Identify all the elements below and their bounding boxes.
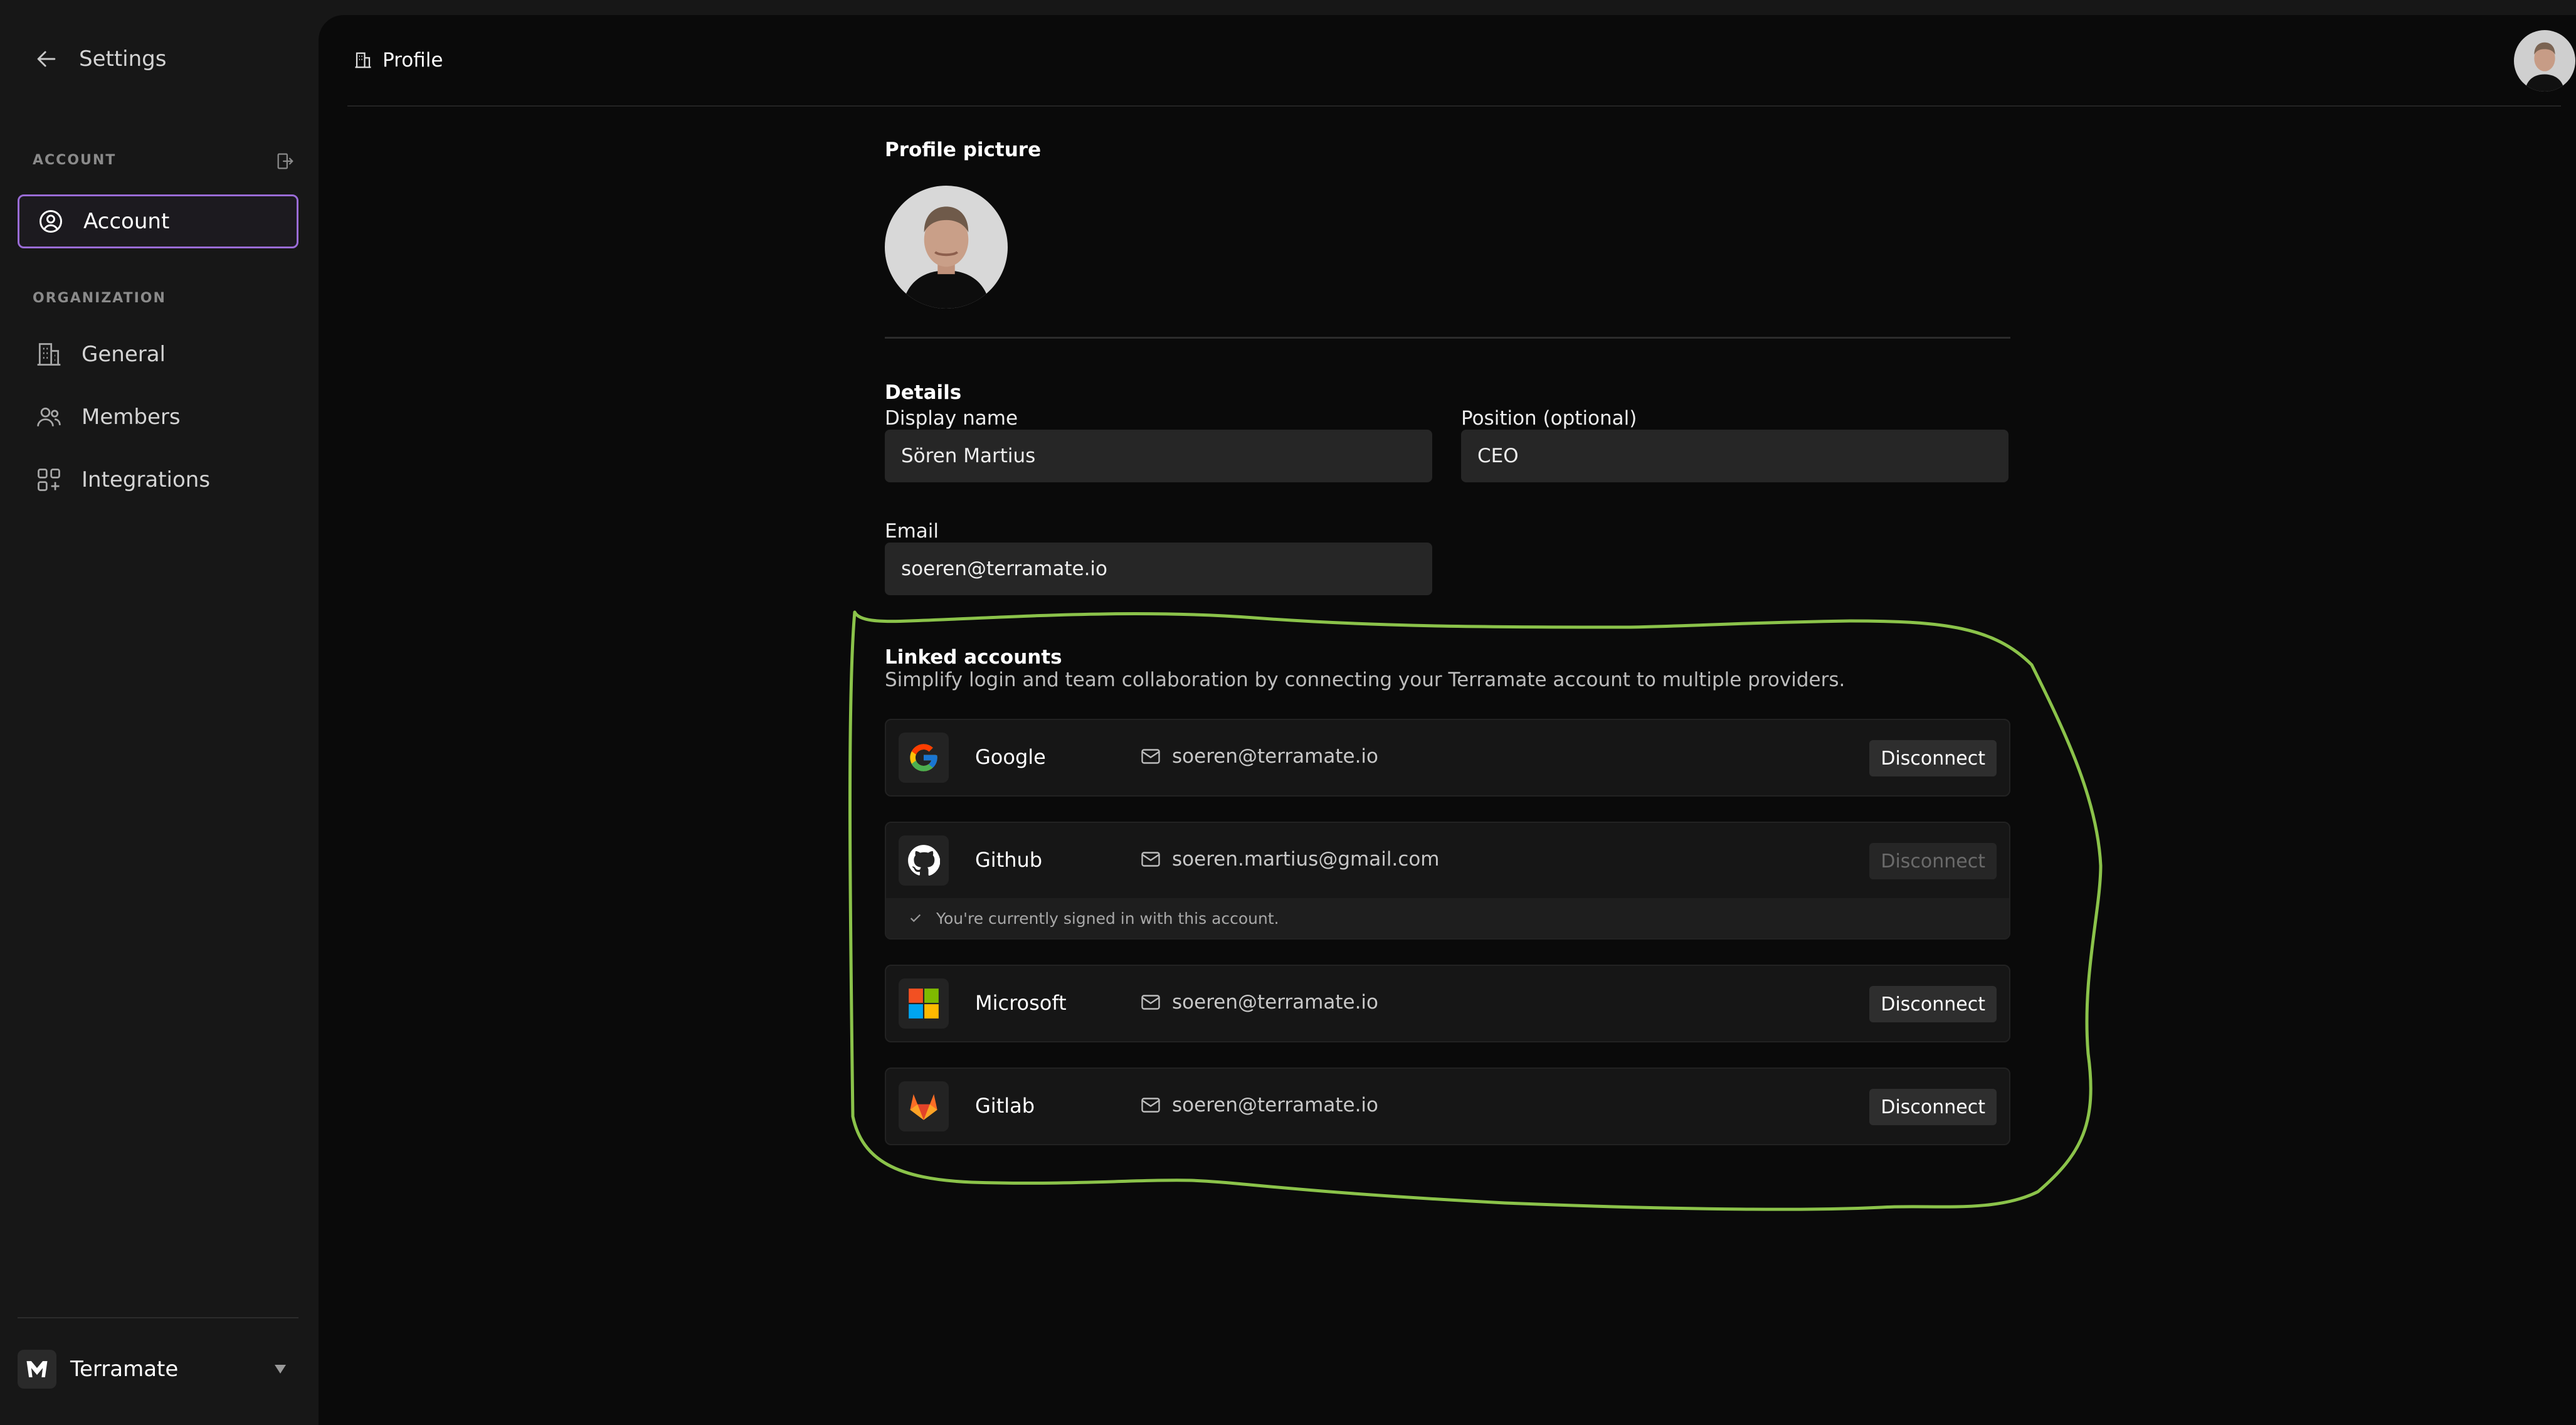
disconnect-microsoft-button[interactable]: Disconnect bbox=[1869, 986, 1997, 1022]
google-icon bbox=[899, 733, 949, 783]
display-name-label: Display name bbox=[885, 407, 1018, 430]
details-title: Details bbox=[885, 381, 962, 404]
position-label: Position (optional) bbox=[1461, 407, 1637, 430]
display-name-input[interactable] bbox=[885, 430, 1432, 482]
linked-email: soeren.martius@gmail.com bbox=[1139, 848, 1440, 871]
sidebar-divider bbox=[18, 1317, 298, 1318]
disconnect-github-button: Disconnect bbox=[1869, 843, 1997, 879]
organization-section-label: ORGANIZATION bbox=[33, 290, 166, 306]
account-section-label: ACCOUNT bbox=[33, 152, 117, 168]
profile-picture[interactable] bbox=[885, 186, 1008, 309]
linked-account-gitlab: Gitlab soeren@terramate.io Disconnect bbox=[885, 1067, 2010, 1145]
linked-email: soeren@terramate.io bbox=[1139, 745, 1378, 768]
disconnect-google-button[interactable]: Disconnect bbox=[1869, 740, 1997, 776]
gitlab-icon bbox=[899, 1081, 949, 1131]
linked-email: soeren@terramate.io bbox=[1139, 1094, 1378, 1116]
settings-sidebar: Settings ACCOUNT Account ORGANIZATION Ge… bbox=[0, 0, 319, 1425]
building-icon bbox=[355, 52, 371, 68]
position-input[interactable] bbox=[1461, 430, 2009, 482]
sidebar-item-members[interactable]: Members bbox=[18, 390, 298, 444]
sidebar-item-label: Members bbox=[82, 405, 181, 430]
linked-account-microsoft: Microsoft soeren@terramate.io Disconnect bbox=[885, 965, 2010, 1042]
mail-icon bbox=[1141, 1098, 1160, 1113]
terramate-logo bbox=[18, 1350, 56, 1389]
microsoft-icon bbox=[899, 978, 949, 1029]
main-panel: Profile Profile picture Details Display … bbox=[319, 15, 2576, 1425]
user-circle-icon bbox=[40, 210, 62, 233]
current-signin-note: You're currently signed in with this acc… bbox=[886, 898, 2009, 938]
email-input[interactable] bbox=[885, 543, 1432, 595]
sidebar-item-integrations[interactable]: Integrations bbox=[18, 453, 298, 507]
user-avatar[interactable] bbox=[2514, 30, 2575, 92]
linked-account-github: Github soeren.martius@gmail.com Disconne… bbox=[885, 822, 2010, 940]
email-label: Email bbox=[885, 520, 939, 543]
linked-account-google: Google soeren@terramate.io Disconnect bbox=[885, 719, 2010, 797]
organization-switcher[interactable]: Terramate bbox=[18, 1347, 298, 1391]
provider-name: Github bbox=[975, 848, 1043, 872]
users-icon bbox=[37, 407, 61, 426]
sidebar-item-label: Account bbox=[83, 209, 170, 234]
github-icon bbox=[899, 835, 949, 886]
provider-name: Gitlab bbox=[975, 1094, 1035, 1118]
linked-accounts-description: Simplify login and team collaboration by… bbox=[885, 669, 1845, 691]
provider-name: Microsoft bbox=[975, 991, 1067, 1015]
profile-picture-title: Profile picture bbox=[885, 139, 1042, 161]
mail-icon bbox=[1141, 995, 1160, 1010]
caret-down-icon bbox=[275, 1365, 286, 1374]
settings-title: Settings bbox=[79, 46, 167, 72]
breadcrumb-current: Profile bbox=[383, 49, 443, 72]
provider-name: Google bbox=[975, 745, 1046, 769]
sidebar-item-general[interactable]: General bbox=[18, 327, 298, 381]
section-divider bbox=[885, 337, 2010, 339]
sidebar-item-account[interactable]: Account bbox=[18, 194, 298, 248]
breadcrumb: Profile bbox=[354, 46, 443, 74]
linked-email: soeren@terramate.io bbox=[1139, 991, 1378, 1014]
building-icon bbox=[37, 343, 61, 366]
arrow-left-icon bbox=[37, 51, 56, 67]
page-header: Profile bbox=[347, 15, 2575, 107]
disconnect-gitlab-button[interactable]: Disconnect bbox=[1869, 1089, 1997, 1125]
sidebar-item-label: General bbox=[82, 342, 166, 367]
mail-icon bbox=[1141, 852, 1160, 867]
check-icon bbox=[910, 914, 921, 923]
sidebar-item-label: Integrations bbox=[82, 467, 211, 492]
mail-icon bbox=[1141, 749, 1160, 764]
linked-accounts-title: Linked accounts bbox=[885, 646, 1062, 669]
logout-icon[interactable] bbox=[275, 151, 296, 172]
grid-plus-icon bbox=[38, 469, 60, 491]
back-to-settings-link[interactable]: Settings bbox=[33, 41, 166, 77]
organization-name: Terramate bbox=[70, 1357, 179, 1382]
